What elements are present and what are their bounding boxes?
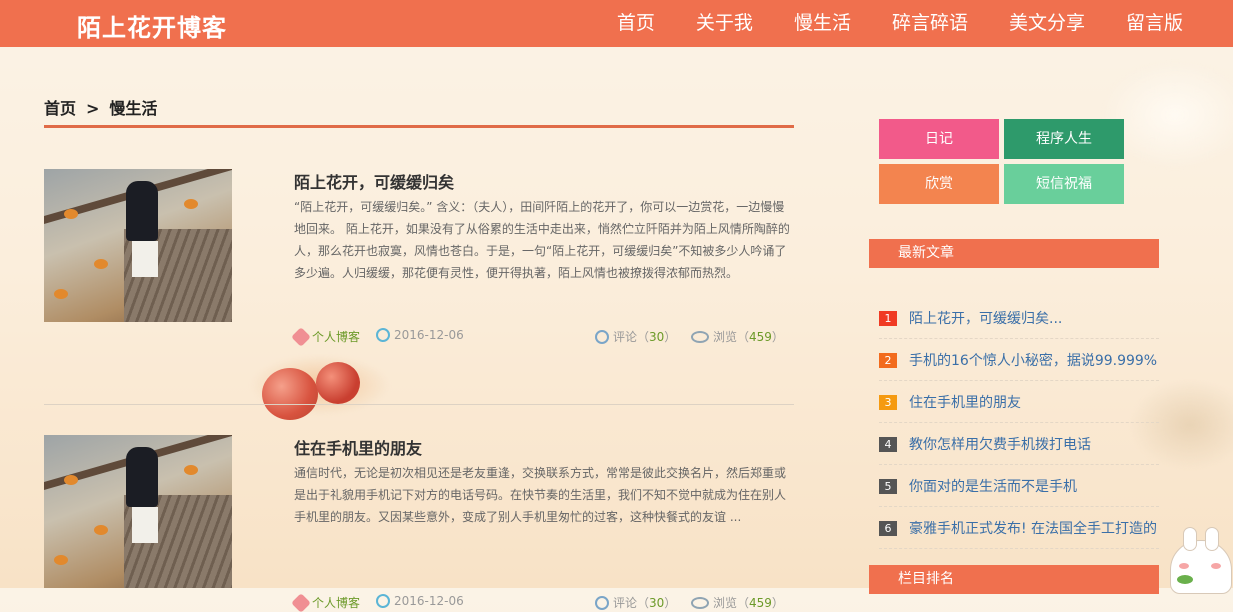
eye-icon	[691, 330, 709, 343]
nav-item-guestbook[interactable]: 留言版	[1126, 0, 1183, 47]
article-category: 个人博客	[291, 326, 360, 347]
list-item: 6 豪雅手机正式发布! 在法国全手工打造的	[879, 508, 1159, 549]
category-link[interactable]: 个人博客	[312, 594, 360, 611]
article-comments[interactable]: 评论（ 30）	[595, 594, 676, 611]
latest-article-link[interactable]: 陌上花开，可缓缓归矣...	[909, 308, 1062, 328]
nav-item-slow-life[interactable]: 慢生活	[794, 0, 851, 47]
tag-icon	[291, 326, 311, 347]
rank-badge: 3	[879, 394, 897, 410]
breadcrumb-current[interactable]: 慢生活	[109, 99, 157, 118]
rank-badge: 2	[879, 352, 897, 368]
article-summary: “陌上花开，可缓缓归矣。” 含义：（夫人），田间阡陌上的花开了，你可以一边赏花，…	[294, 200, 790, 280]
article-views: 浏览（ 459）	[691, 328, 784, 345]
main-nav: 首页 关于我 慢生活 碎言碎语 美文分享 留言版	[576, 0, 1183, 47]
clock-icon	[376, 594, 390, 608]
breadcrumb-separator: >	[86, 99, 100, 118]
article-category: 个人博客	[291, 592, 360, 612]
views-count: 459	[749, 595, 772, 610]
article-date: 2016-12-06	[376, 594, 464, 608]
article-date: 2016-12-06	[376, 328, 464, 342]
nav-item-musings[interactable]: 碎言碎语	[892, 0, 968, 47]
background-apple	[316, 362, 360, 404]
background-apple	[262, 368, 318, 420]
nav-item-home[interactable]: 首页	[617, 0, 655, 47]
article-summary: 通信时代，无论是初次相见还是老友重逢，交换联系方式，常常是彼此交换名片，然后郑重…	[294, 466, 787, 524]
article-comments[interactable]: 评论（ 30）	[595, 328, 676, 345]
latest-articles-heading: 最新文章	[869, 239, 1159, 268]
site-logo[interactable]: 陌上花开博客	[77, 8, 227, 43]
latest-article-link[interactable]: 教你怎样用欠费手机拨打电话	[909, 434, 1091, 454]
column-ranking-heading: 栏目排名	[869, 565, 1159, 594]
latest-article-link[interactable]: 手机的16个惊人小秘密，据说99.999%	[909, 350, 1157, 370]
comments-label: 评论（	[613, 330, 650, 344]
comments-count: 30	[649, 329, 665, 344]
comments-label: 评论（	[613, 596, 650, 610]
nav-item-essays[interactable]: 美文分享	[1009, 0, 1085, 47]
column-ranking-title: 栏目排名	[898, 571, 954, 587]
nav-item-about[interactable]: 关于我	[696, 0, 753, 47]
article-thumbnail[interactable]	[44, 169, 232, 322]
top-navigation-bar: 陌上花开博客 首页 关于我 慢生活 碎言碎语 美文分享 留言版	[0, 0, 1233, 47]
comments-count: 30	[649, 595, 665, 610]
date-text: 2016-12-06	[394, 594, 464, 608]
rank-badge: 6	[879, 520, 897, 536]
rabbit-mascot-icon	[1170, 527, 1232, 594]
views-close: ）	[771, 596, 784, 610]
list-item: 5 你面对的是生活而不是手机	[879, 466, 1159, 507]
breadcrumb-home[interactable]: 首页	[44, 99, 76, 118]
category-link[interactable]: 个人博客	[312, 328, 360, 345]
views-label: 浏览（	[713, 330, 750, 344]
article-title[interactable]: 陌上花开，可缓缓归矣	[294, 169, 454, 193]
article-views: 浏览（ 459）	[691, 594, 784, 611]
list-item: 3 住在手机里的朋友	[879, 382, 1159, 423]
tag-button-appreciation[interactable]: 欣赏	[879, 164, 999, 204]
breadcrumb-underline	[44, 125, 794, 128]
tag-button-diary[interactable]: 日记	[879, 119, 999, 159]
latest-article-link[interactable]: 住在手机里的朋友	[909, 392, 1021, 412]
rank-badge: 5	[879, 478, 897, 494]
comment-icon	[595, 329, 609, 344]
latest-article-link[interactable]: 豪雅手机正式发布! 在法国全手工打造的	[909, 518, 1157, 538]
list-item: 1 陌上花开，可缓缓归矣...	[879, 298, 1159, 339]
latest-articles-title: 最新文章	[898, 245, 954, 261]
views-count: 459	[749, 329, 772, 344]
clock-icon	[376, 328, 390, 342]
views-close: ）	[771, 330, 784, 344]
article-title[interactable]: 住在手机里的朋友	[294, 435, 422, 459]
rank-badge: 1	[879, 310, 897, 326]
article-thumbnail[interactable]	[44, 435, 232, 588]
comments-close: ）	[664, 596, 677, 610]
tag-icon	[291, 592, 311, 612]
latest-articles-list: 1 陌上花开，可缓缓归矣... 2 手机的16个惊人小秘密，据说99.999% …	[879, 298, 1159, 550]
list-item: 4 教你怎样用欠费手机拨打电话	[879, 424, 1159, 465]
list-item: 2 手机的16个惊人小秘密，据说99.999%	[879, 340, 1159, 381]
breadcrumb: 首页 > 慢生活	[44, 95, 157, 119]
views-label: 浏览（	[713, 596, 750, 610]
article-divider	[44, 404, 794, 405]
rank-badge: 4	[879, 436, 897, 452]
tag-button-programmer-life[interactable]: 程序人生	[1004, 119, 1124, 159]
comments-close: ）	[664, 330, 677, 344]
eye-icon	[691, 596, 709, 609]
comment-icon	[595, 595, 609, 610]
date-text: 2016-12-06	[394, 328, 464, 342]
tag-button-sms-wishes[interactable]: 短信祝福	[1004, 164, 1124, 204]
latest-article-link[interactable]: 你面对的是生活而不是手机	[909, 476, 1077, 496]
